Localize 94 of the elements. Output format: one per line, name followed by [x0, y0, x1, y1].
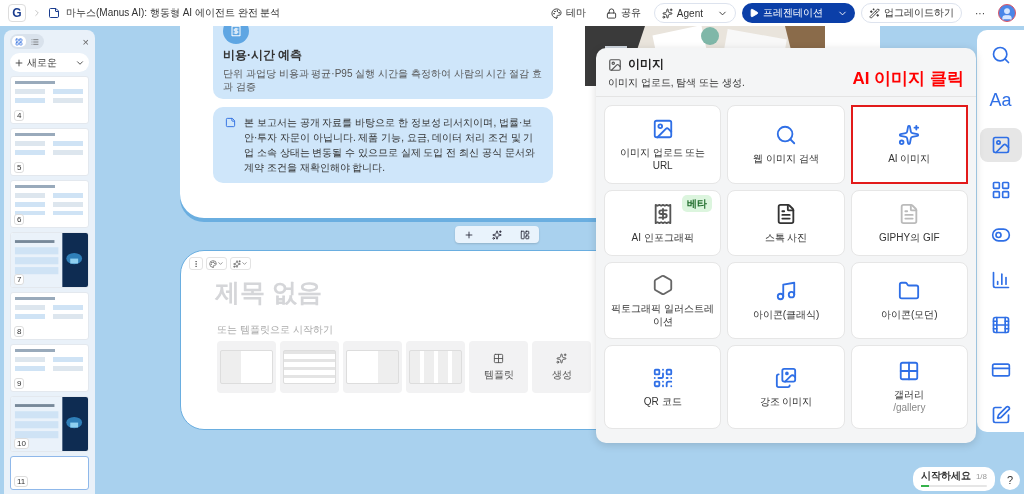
blocks-icon [990, 180, 1011, 200]
note-text: 본 보고서는 공개 자료를 바탕으로 한 정보성 리서치이며, 법률·보안·투자 자문이 아닙니다. 제품 기능, 요금, 데이터 처리 조건 및 기업 소속 상태는 변동될 수 있으므로 실제 도입 전 최신 공식 문서와 계약 조건을 재확인해야 합니다. [244, 116, 536, 175]
image-source-tile[interactable]: GIPHY의 GIF [850, 190, 968, 256]
sparkle-icon [233, 259, 241, 268]
plus-icon [464, 229, 474, 240]
image-source-tile[interactable]: 갤러리 /gallery [850, 345, 968, 429]
image-icon [990, 135, 1011, 155]
slide-thumbnail[interactable]: 5 [10, 128, 89, 176]
caret-icon [217, 260, 224, 267]
sidebar-tool[interactable]: Aa [979, 83, 1022, 117]
help-button[interactable]: ? [1000, 470, 1020, 490]
qr-code-icon [651, 366, 674, 389]
image-source-tile[interactable]: 이미지 업로드 또는 URL [604, 105, 722, 184]
document-icon [775, 202, 797, 225]
new-slide-button[interactable]: 새로운 [10, 53, 89, 72]
avatar[interactable] [998, 4, 1016, 22]
palette-icon [209, 259, 217, 268]
grid-icon [898, 360, 921, 382]
wand-icon [869, 7, 880, 19]
lock-icon [605, 7, 617, 19]
template-button[interactable]: 템플릿 [469, 341, 528, 393]
slide-number: 5 [14, 162, 25, 173]
image-icon [651, 117, 674, 140]
caret-icon [241, 260, 248, 267]
document-title: 마누스(Manus AI): 행동형 AI 에이전트 완전 분석 [66, 6, 281, 20]
feature-title: 비용·시간 예측 [223, 47, 304, 64]
toggle-icon [990, 225, 1011, 245]
slide-thumbnail[interactable]: 9 [10, 344, 89, 392]
feature-text: 단위 과업당 비용과 평균·P95 실행 시간을 측정하여 사람의 시간 절감 효과 검증 [223, 67, 543, 93]
edit-icon [990, 405, 1011, 425]
bar-chart-icon [990, 270, 1011, 290]
image-source-tile[interactable]: 스톡 사진 [727, 190, 845, 256]
slide-number: 8 [14, 326, 25, 337]
card-icon [990, 360, 1011, 380]
slide-number: 10 [14, 438, 29, 449]
sparkle-icon [898, 124, 921, 146]
slide-menu-button[interactable] [189, 257, 203, 270]
slide-thumbnail[interactable]: 6 [10, 180, 89, 228]
grid-icon [493, 352, 504, 364]
layout-icon [520, 229, 530, 240]
present-button[interactable]: 프레젠테이션 [742, 3, 855, 23]
slide-thumbnail[interactable]: 8 [10, 292, 89, 340]
plus-icon [14, 57, 24, 68]
image-source-tile[interactable]: AI 이미지 [850, 105, 968, 184]
document-icon [48, 7, 60, 19]
grid-view-button[interactable] [12, 36, 26, 47]
ai-button[interactable] [230, 257, 251, 270]
sidebar-tool[interactable] [979, 128, 1022, 162]
generate-button[interactable]: 생성 [532, 341, 591, 393]
image-source-tile[interactable]: 웹 이미지 검색 [727, 105, 845, 184]
onboarding-progress[interactable]: 시작하세요 1/8 [913, 467, 995, 491]
play-icon [749, 8, 759, 18]
film-icon [990, 315, 1011, 335]
image-source-tile[interactable]: 픽토그래픽 일러스트레이션 [604, 262, 722, 339]
slide-number: 9 [14, 378, 25, 389]
more-icon [192, 259, 200, 268]
folder-icon [898, 280, 921, 302]
slide-number: 4 [14, 110, 25, 121]
template-hint: 또는 템플릿으로 시작하기 [217, 323, 333, 337]
slide-thumbnail[interactable]: 7 [10, 232, 89, 288]
sparkle-icon [661, 7, 673, 19]
slide-thumbnail[interactable]: 10 [10, 396, 89, 452]
slide-number: 11 [14, 476, 29, 487]
image-source-tile[interactable]: 아이콘(모던) [850, 262, 968, 339]
image-source-tile[interactable]: 아이콘(클래식) [727, 262, 845, 339]
chevron-icon [32, 8, 42, 18]
agent-button[interactable]: Agent [653, 3, 736, 23]
hexagon-icon [651, 273, 674, 296]
close-button[interactable]: × [82, 35, 89, 48]
slide-thumbnail[interactable]: 4 [10, 76, 89, 124]
sparkle-icon [492, 229, 502, 240]
app-logo[interactable]: G [8, 4, 26, 22]
slide-number: 7 [14, 274, 25, 285]
image-icon [608, 57, 622, 72]
panel-subtitle: 이미지 업로드, 탐색 또는 생성. [608, 76, 745, 90]
note-icon [225, 117, 236, 128]
sparkle-icon [556, 352, 567, 364]
image-source-tile[interactable]: QR 코드 [604, 345, 722, 429]
image-source-tile[interactable]: 강조 이미지 [727, 345, 845, 429]
theme-button[interactable] [206, 257, 227, 270]
images-icon [775, 366, 797, 389]
palette-icon [550, 7, 562, 19]
panel-title: 이미지 [628, 56, 664, 73]
beta-badge: 베타 [682, 195, 713, 212]
upgrade-button[interactable]: 업그레이드하기 [861, 3, 962, 23]
list-view-button[interactable] [28, 36, 42, 47]
slide-thumbnail[interactable]: 11 [10, 456, 89, 490]
music-note-icon [775, 280, 797, 302]
slide-thumbnail-drawing [15, 185, 84, 215]
search-icon [990, 45, 1011, 65]
image-source-tile[interactable]: 베타 AI 인포그래픽 [604, 190, 722, 256]
annotation-text: AI 이미지 클릭 [852, 68, 964, 90]
search-icon [775, 124, 797, 146]
slide-number: 6 [14, 214, 25, 225]
